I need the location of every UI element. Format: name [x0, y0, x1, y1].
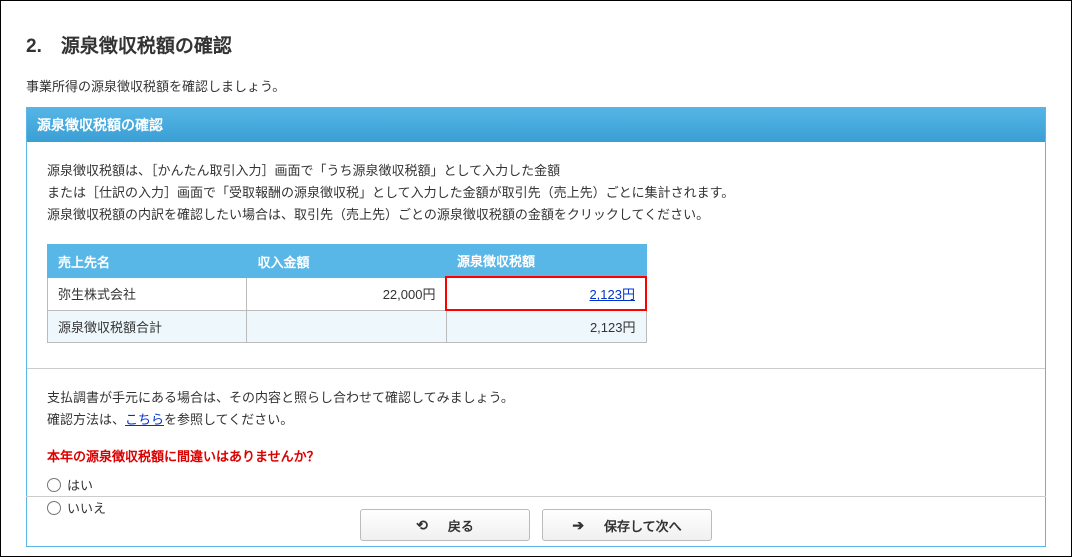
header-tax: 源泉徴収税額 [446, 245, 646, 278]
tax-amount-link[interactable]: 2,123円 [589, 287, 635, 302]
panel-header: 源泉徴収税額の確認 [27, 108, 1045, 142]
back-button-label: 戻る [448, 516, 474, 535]
info-line-2: または［仕訳の入力］画面で「受取報酬の源泉徴収税」として入力した金額が取引先（売… [47, 182, 1025, 204]
header-name: 売上先名 [48, 245, 247, 278]
page-title: 2. 源泉徴収税額の確認 [26, 31, 1046, 58]
next-arrow-icon: ➔ [572, 517, 584, 534]
table-total-row: 源泉徴収税額合計 2,123円 [48, 310, 647, 343]
footer-buttons: ⟲ 戻る ➔ 保存して次へ [26, 496, 1046, 541]
question-text: 本年の源泉徴収税額に間違いはありませんか？ [47, 446, 1025, 465]
total-income [247, 310, 447, 343]
save-next-button[interactable]: ➔ 保存して次へ [542, 509, 712, 541]
check-desc-line1: 支払調書が手元にある場合は、その内容と照らし合わせて確認してみましょう。 [47, 387, 1025, 409]
page-desc: 事業所得の源泉徴収税額を確認しましょう。 [26, 76, 1046, 95]
info-line-3: 源泉徴収税額の内訳を確認したい場合は、取引先（売上先）ごとの源泉徴収税額の金額を… [47, 204, 1025, 226]
total-tax: 2,123円 [446, 310, 646, 343]
total-label: 源泉徴収税額合計 [48, 310, 247, 343]
header-income: 収入金額 [247, 245, 447, 278]
panel-body-top: 源泉徴収税額は、［かんたん取引入力］画面で「うち源泉徴収税額」として入力した金額… [27, 142, 1045, 369]
check-desc-prefix: 確認方法は、 [47, 412, 125, 427]
check-desc: 支払調書が手元にある場合は、その内容と照らし合わせて確認してみましょう。 確認方… [47, 387, 1025, 431]
cell-tax-link[interactable]: 2,123円 [446, 277, 646, 310]
cell-name: 弥生株式会社 [48, 277, 247, 310]
withholding-panel: 源泉徴収税額の確認 源泉徴収税額は、［かんたん取引入力］画面で「うち源泉徴収税額… [26, 107, 1046, 547]
save-next-button-label: 保存して次へ [604, 516, 682, 535]
back-button[interactable]: ⟲ 戻る [360, 509, 530, 541]
withholding-table: 売上先名 収入金額 源泉徴収税額 弥生株式会社 22,000円 2,123円 [47, 244, 647, 343]
help-link[interactable]: こちら [125, 412, 164, 427]
radio-yes[interactable] [47, 478, 61, 492]
back-arrow-icon: ⟲ [416, 517, 428, 534]
check-desc-line2: 確認方法は、こちらを参照してください。 [47, 409, 1025, 431]
info-line-1: 源泉徴収税額は、［かんたん取引入力］画面で「うち源泉徴収税額」として入力した金額 [47, 160, 1025, 182]
cell-income: 22,000円 [247, 277, 447, 310]
info-text: 源泉徴収税額は、［かんたん取引入力］画面で「うち源泉徴収税額」として入力した金額… [47, 160, 1025, 226]
table-header-row: 売上先名 収入金額 源泉徴収税額 [48, 245, 647, 278]
table-row: 弥生株式会社 22,000円 2,123円 [48, 277, 647, 310]
radio-yes-label[interactable]: はい [67, 475, 93, 494]
check-desc-suffix: を参照してください。 [164, 412, 293, 427]
